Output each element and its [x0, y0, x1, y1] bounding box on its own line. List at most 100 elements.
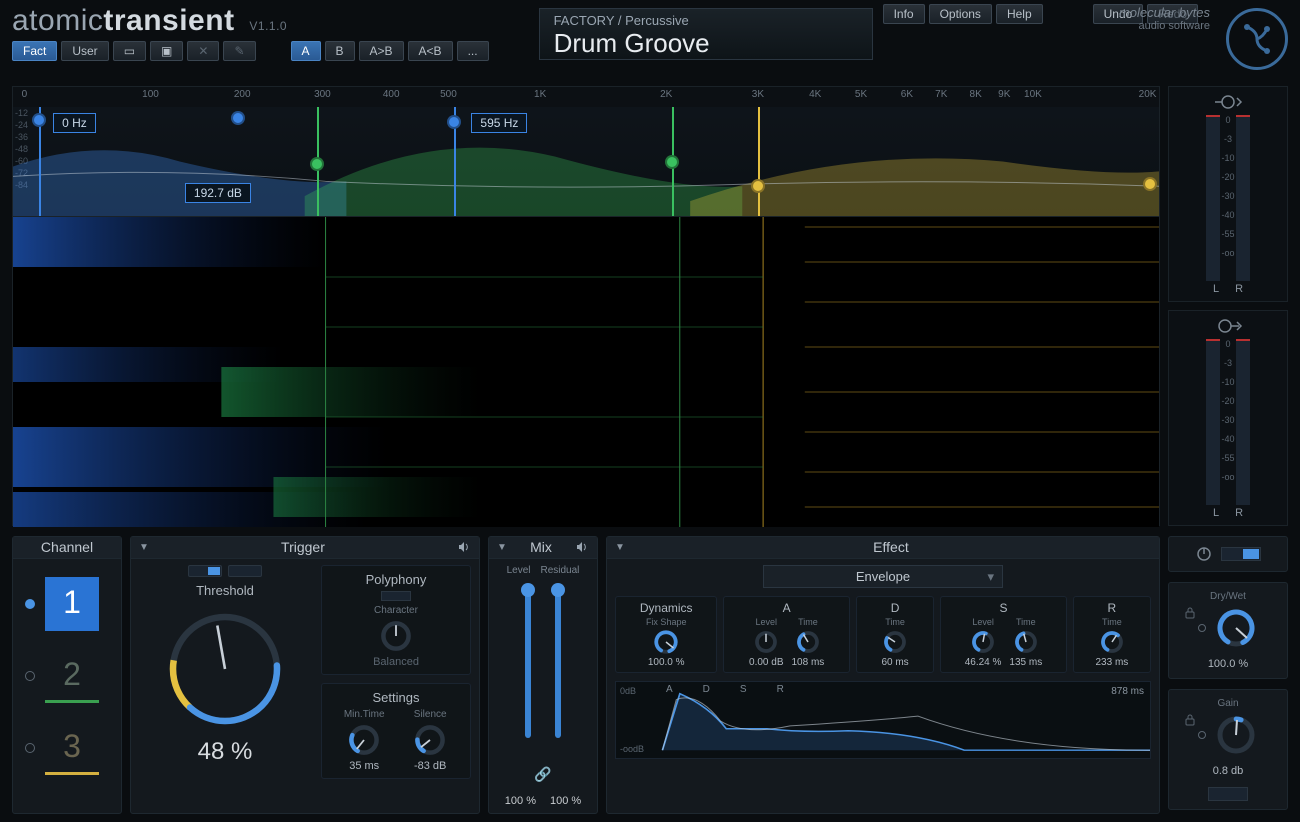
- gain-knob[interactable]: [1214, 713, 1258, 757]
- output-meter: 0-3-10-20-30-40-55-oo LR: [1168, 310, 1288, 526]
- mintime-knob[interactable]: [346, 722, 382, 758]
- mix-collapse-icon[interactable]: ▼: [497, 542, 507, 553]
- decay-title: D: [891, 601, 900, 615]
- spectrogram-display[interactable]: [13, 217, 1159, 527]
- residual-label: Residual: [540, 565, 579, 576]
- band2-low-handle[interactable]: [310, 157, 324, 171]
- channel-1-select[interactable]: 1: [45, 577, 99, 631]
- power-icon[interactable]: [1195, 545, 1213, 563]
- slot-a-button[interactable]: A: [291, 41, 321, 61]
- channel-2-select[interactable]: 2: [45, 649, 99, 703]
- gain-dot[interactable]: [1198, 731, 1206, 739]
- version-label: V1.1.0: [249, 19, 287, 33]
- sustain-level-value: 46.24 %: [965, 657, 1002, 668]
- output-icon: [1213, 317, 1243, 335]
- help-button[interactable]: Help: [996, 4, 1043, 24]
- residual-slider[interactable]: [555, 588, 561, 738]
- sustain-level-knob[interactable]: [968, 627, 998, 657]
- drywet-dot[interactable]: [1198, 624, 1206, 632]
- decay-time-knob[interactable]: [880, 627, 910, 657]
- effect-title: Effect: [631, 539, 1151, 555]
- slot-b-button[interactable]: B: [325, 41, 355, 61]
- level-slider[interactable]: [525, 588, 531, 738]
- attack-time-value: 108 ms: [792, 657, 825, 668]
- copy-a-to-b-button[interactable]: A>B: [359, 41, 404, 61]
- level-label: Level: [507, 565, 531, 576]
- attack-level-knob[interactable]: [751, 627, 781, 657]
- channel-2-enable[interactable]: [25, 671, 35, 681]
- user-button[interactable]: User: [61, 41, 108, 61]
- mix-title: Mix: [513, 539, 569, 555]
- channel-3-select[interactable]: 3: [45, 721, 99, 775]
- drywet-knob[interactable]: [1214, 606, 1258, 650]
- decay-time-value: 60 ms: [881, 657, 908, 668]
- delete-preset-icon[interactable]: ✕: [187, 41, 219, 61]
- release-time-value: 233 ms: [1095, 657, 1128, 668]
- gain-switch[interactable]: [1208, 787, 1248, 801]
- mintime-label: Min.Time: [344, 709, 385, 720]
- channel-title: Channel: [21, 539, 113, 555]
- attack-title: A: [783, 601, 791, 615]
- gain-lock-icon[interactable]: [1183, 713, 1197, 727]
- band2-freq-handle[interactable]: [447, 115, 461, 129]
- threshold-value: 48 %: [198, 738, 253, 766]
- factory-button[interactable]: Fact: [12, 41, 57, 61]
- copy-b-to-a-button[interactable]: A<B: [408, 41, 453, 61]
- effect-collapse-icon[interactable]: ▼: [615, 542, 625, 553]
- channel-3-enable[interactable]: [25, 743, 35, 753]
- envelope-graph[interactable]: 0dB -oodB 878 ms ADSR: [615, 681, 1151, 759]
- band2-high-handle[interactable]: [665, 155, 679, 169]
- trigger-speaker-icon[interactable]: [457, 540, 471, 554]
- band3-low-handle[interactable]: [751, 179, 765, 193]
- trigger-toggle-2[interactable]: [228, 565, 262, 577]
- sustain-time-knob[interactable]: [1011, 627, 1041, 657]
- channel-1-enable[interactable]: [25, 599, 35, 609]
- drywet-lock-icon[interactable]: [1183, 606, 1197, 620]
- polyphony-title: Polyphony: [330, 572, 462, 587]
- trigger-title: Trigger: [155, 539, 451, 555]
- app-title: atomictransient V1.1.0: [12, 4, 489, 37]
- trigger-toggle-1[interactable]: [188, 565, 222, 577]
- band1-freq-handle[interactable]: [32, 113, 46, 127]
- trigger-collapse-icon[interactable]: ▼: [139, 542, 149, 553]
- input-meter: 0-3-10-20-30-40-55-oo LR: [1168, 86, 1288, 302]
- settings-title: Settings: [330, 690, 462, 705]
- fixshape-value: 100.0 %: [648, 657, 685, 668]
- threshold-label: Threshold: [196, 583, 254, 598]
- logo-icon: [1226, 8, 1288, 70]
- effect-type-dropdown[interactable]: Envelope: [763, 565, 1003, 588]
- polyphony-toggle[interactable]: [381, 591, 411, 601]
- spectrum-analyzer[interactable]: 01002003004005001K2K3K4K5K6K7K8K9K10K20K…: [12, 86, 1160, 526]
- residual-value: 100 %: [550, 795, 581, 807]
- save-preset-icon[interactable]: ▣: [150, 41, 183, 61]
- sustain-title: S: [999, 601, 1007, 615]
- band3-high-handle[interactable]: [1143, 177, 1157, 191]
- release-title: R: [1108, 601, 1117, 615]
- power-switch[interactable]: [1221, 547, 1261, 561]
- character-knob[interactable]: [378, 618, 414, 654]
- attack-time-knob[interactable]: [793, 627, 823, 657]
- band1-freq-tag: 0 Hz: [53, 113, 96, 133]
- gain-value: 0.8 db: [1213, 765, 1244, 777]
- mintime-value: 35 ms: [349, 760, 379, 772]
- options-button[interactable]: Options: [929, 4, 992, 24]
- drywet-label: Dry/Wet: [1210, 591, 1246, 602]
- rename-preset-icon[interactable]: ✎: [223, 41, 255, 61]
- link-sliders-icon[interactable]: 🔗: [534, 766, 551, 783]
- mix-speaker-icon[interactable]: [575, 540, 589, 554]
- new-preset-icon[interactable]: ▭: [113, 41, 146, 61]
- preset-display[interactable]: FACTORY / Percussive Drum Groove: [539, 8, 873, 60]
- release-time-knob[interactable]: [1097, 627, 1127, 657]
- input-icon: [1213, 93, 1243, 111]
- info-button[interactable]: Info: [883, 4, 925, 24]
- dynamics-title: Dynamics: [640, 601, 693, 615]
- gain-label: Gain: [1217, 698, 1238, 709]
- fixshape-knob[interactable]: [651, 627, 681, 657]
- silence-knob[interactable]: [412, 722, 448, 758]
- band1-width-handle[interactable]: [231, 111, 245, 125]
- threshold-knob[interactable]: [160, 604, 290, 734]
- more-button[interactable]: ...: [457, 41, 489, 61]
- band2-freq-tag: 595 Hz: [471, 113, 527, 133]
- attack-level-value: 0.00 dB: [749, 657, 783, 668]
- character-value: Balanced: [373, 656, 419, 668]
